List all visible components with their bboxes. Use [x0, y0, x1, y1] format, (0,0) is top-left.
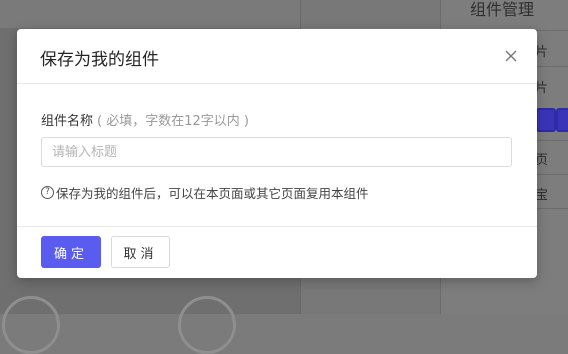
help-icon: ?	[41, 186, 54, 199]
help-line: ? 保存为我的组件后，可以在本页面或其它页面复用本组件	[41, 183, 369, 202]
save-component-dialog: 保存为我的组件 组件名称( 必填，字数在12字以内 ) ? 保存为我的组件后，可…	[17, 29, 537, 278]
dialog-body: 组件名称( 必填，字数在12字以内 ) ? 保存为我的组件后，可以在本页面或其它…	[17, 84, 537, 227]
field-label-text: 组件名称	[41, 114, 94, 129]
background-circle	[2, 296, 60, 354]
background-circle	[178, 296, 236, 354]
help-text: 保存为我的组件后，可以在本页面或其它页面复用本组件	[56, 186, 369, 201]
background-icon	[556, 108, 568, 132]
background-icon	[536, 108, 556, 132]
confirm-button[interactable]: 确定	[41, 236, 101, 268]
background-panel-title: 组件管理	[470, 0, 535, 19]
dialog-footer: 确定 取消	[17, 227, 537, 279]
cancel-button[interactable]: 取消	[111, 236, 170, 268]
dialog-header: 保存为我的组件	[17, 29, 537, 84]
field-hint: ( 必填，字数在12字以内 )	[97, 114, 249, 129]
component-name-input[interactable]	[41, 137, 512, 167]
close-icon[interactable]	[503, 48, 519, 64]
component-name-label: 组件名称( 必填，字数在12字以内 )	[41, 110, 249, 129]
background-toolbar	[0, 0, 300, 28]
dialog-title: 保存为我的组件	[40, 50, 159, 70]
